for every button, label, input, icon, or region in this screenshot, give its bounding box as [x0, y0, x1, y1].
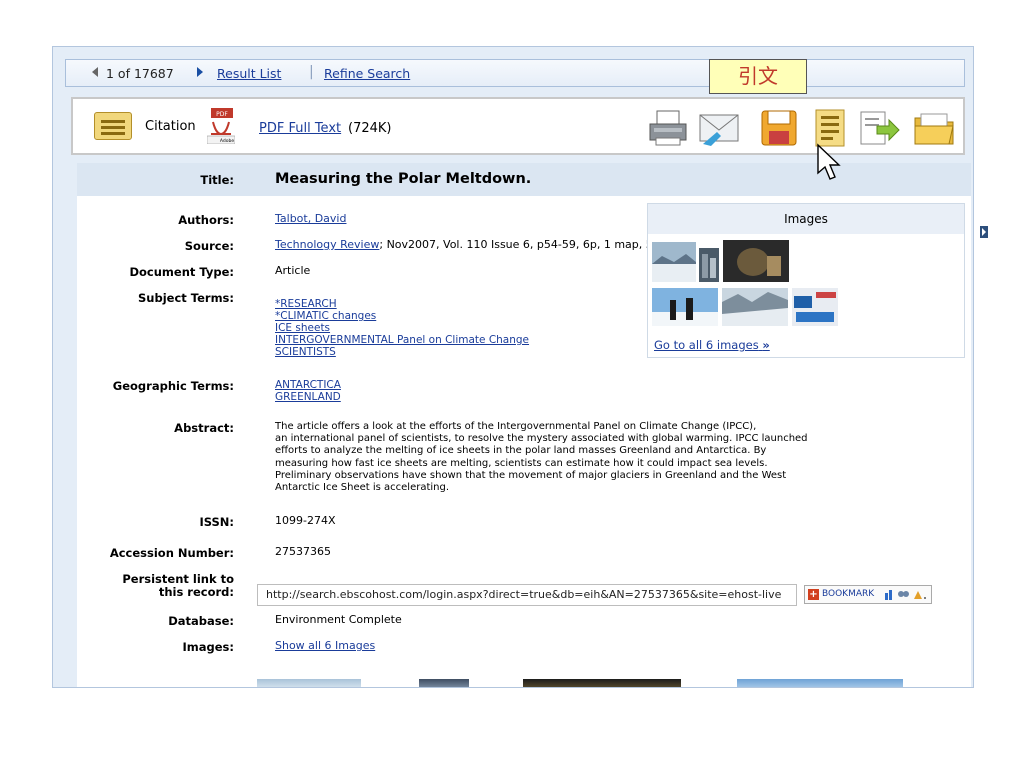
subject-term-link[interactable]: ICE sheets — [275, 322, 330, 334]
go-to-all-images-link[interactable]: Go to all 6 images » — [654, 338, 770, 352]
document-type-value: Article — [275, 264, 311, 277]
author-link[interactable]: Talbot, David — [275, 212, 346, 225]
persistent-link-label-line2: this record: — [158, 585, 234, 599]
image-thumbnail[interactable] — [723, 240, 789, 282]
email-icon[interactable] — [697, 108, 741, 148]
issn-label: ISSN: — [199, 515, 234, 529]
pdf-size: (724K) — [348, 121, 392, 136]
subject-term-link[interactable]: *RESEARCH — [275, 298, 337, 310]
result-navigation-bar: 1 of 17687 Result List | Refine Search — [65, 59, 965, 87]
geographic-terms-label: Geographic Terms: — [112, 379, 234, 393]
abstract-line: Preliminary observations have shown that… — [275, 469, 787, 481]
image-thumbnail[interactable] — [737, 679, 903, 687]
result-count: 1 of 17687 — [106, 66, 174, 81]
images-label: Images: — [182, 640, 235, 654]
export-icon[interactable] — [857, 108, 901, 148]
refine-search-link[interactable]: Refine Search — [324, 66, 410, 81]
image-thumbnail[interactable] — [722, 288, 788, 326]
image-thumbnail[interactable] — [652, 242, 696, 282]
source-label: Source: — [184, 239, 234, 253]
folder-icon[interactable] — [912, 108, 956, 148]
image-thumbnail[interactable] — [792, 288, 838, 326]
bookmark-button[interactable]: + BOOKMARK — [804, 585, 932, 604]
show-all-images-link[interactable]: Show all 6 Images — [275, 639, 375, 652]
image-thumbnail[interactable] — [652, 288, 718, 326]
images-panel: Images Go to all 6 images » — [647, 203, 965, 358]
record-title: Measuring the Polar Meltdown. — [275, 171, 532, 187]
tooltip: 引文 — [709, 59, 807, 94]
record-detail-frame: 1 of 17687 Result List | Refine Search 引… — [52, 46, 974, 688]
subject-term-link[interactable]: INTERGOVERNMENTAL Panel on Climate Chang… — [275, 334, 529, 346]
abstract-line: an international panel of scientists, to… — [275, 433, 808, 445]
nav-separator: | — [309, 64, 314, 80]
abstract-label: Abstract: — [174, 421, 234, 435]
citation-label[interactable]: Citation — [145, 119, 196, 134]
geographic-term-link[interactable]: ANTARCTICA — [275, 379, 341, 391]
accession-number-value: 27537365 — [275, 545, 331, 558]
subject-term-link[interactable]: *CLIMATIC changes — [275, 310, 376, 322]
abstract-line: The article offers a look at the efforts… — [275, 421, 757, 432]
image-thumbnail[interactable] — [523, 679, 681, 687]
bookmark-plus-icon: + — [808, 589, 819, 600]
abstract-text: The article offers a look at the efforts… — [275, 421, 875, 494]
save-icon[interactable] — [757, 108, 801, 148]
source-value: Technology Review; Nov2007, Vol. 110 Iss… — [275, 238, 659, 251]
image-thumbnail[interactable] — [419, 679, 469, 687]
source-details: ; Nov2007, Vol. 110 Issue 6, p54-59, 6p,… — [379, 238, 659, 251]
abstract-line: measuring how fast ice sheets are meltin… — [275, 457, 768, 469]
source-journal-link[interactable]: Technology Review — [275, 238, 379, 251]
record-details: Authors: Talbot, David Source: Technolog… — [77, 196, 971, 687]
persistent-link-label: Persistent link to this record: — [77, 573, 234, 599]
authors-label: Authors: — [178, 213, 234, 227]
pdf-icon[interactable]: PDF Adobe — [207, 108, 235, 144]
images-panel-heading: Images — [648, 204, 964, 234]
go-to-all-images-label: Go to all 6 images — [654, 338, 759, 352]
persistent-link-field[interactable]: http://search.ebscohost.com/login.aspx?d… — [257, 584, 797, 606]
abstract-line: Antarctic Ice Sheet is accelerating. — [275, 482, 450, 494]
image-thumbnail[interactable] — [699, 248, 719, 282]
pdf-full-text-link[interactable]: PDF Full Text — [259, 121, 341, 136]
document-type-label: Document Type: — [129, 265, 234, 279]
social-share-icons — [885, 590, 926, 600]
pdf-icon-label: PDF — [216, 111, 228, 118]
previous-record-icon[interactable] — [92, 67, 98, 77]
adobe-label: Adobe — [220, 138, 234, 144]
geographic-terms-list: ANTARCTICA GREENLAND — [275, 379, 341, 403]
bookmark-label: BOOKMARK — [822, 589, 875, 599]
image-thumbnail[interactable] — [257, 679, 361, 687]
database-value: Environment Complete — [275, 613, 402, 626]
persistent-link-label-line1: Persistent link to — [122, 572, 234, 586]
subject-terms-list: *RESEARCH *CLIMATIC changes ICE sheets I… — [275, 298, 529, 358]
cursor-icon — [817, 143, 841, 180]
collapse-panel-icon[interactable] — [980, 226, 988, 238]
go-to-all-images-arrow: » — [762, 338, 770, 352]
cite-icon[interactable] — [808, 108, 852, 148]
issn-value: 1099-274X — [275, 514, 336, 527]
print-icon[interactable] — [646, 108, 690, 148]
geographic-term-link[interactable]: GREENLAND — [275, 391, 341, 403]
abstract-line: efforts to analyze the melting of ice sh… — [275, 445, 767, 457]
subject-terms-label: Subject Terms: — [138, 291, 234, 305]
title-label: Title: — [200, 173, 234, 187]
database-label: Database: — [168, 614, 234, 628]
accession-number-label: Accession Number: — [109, 546, 234, 560]
next-record-icon[interactable] — [197, 67, 203, 77]
result-list-link[interactable]: Result List — [217, 66, 281, 81]
citation-icon[interactable] — [94, 112, 132, 140]
subject-term-link[interactable]: SCIENTISTS — [275, 346, 336, 358]
